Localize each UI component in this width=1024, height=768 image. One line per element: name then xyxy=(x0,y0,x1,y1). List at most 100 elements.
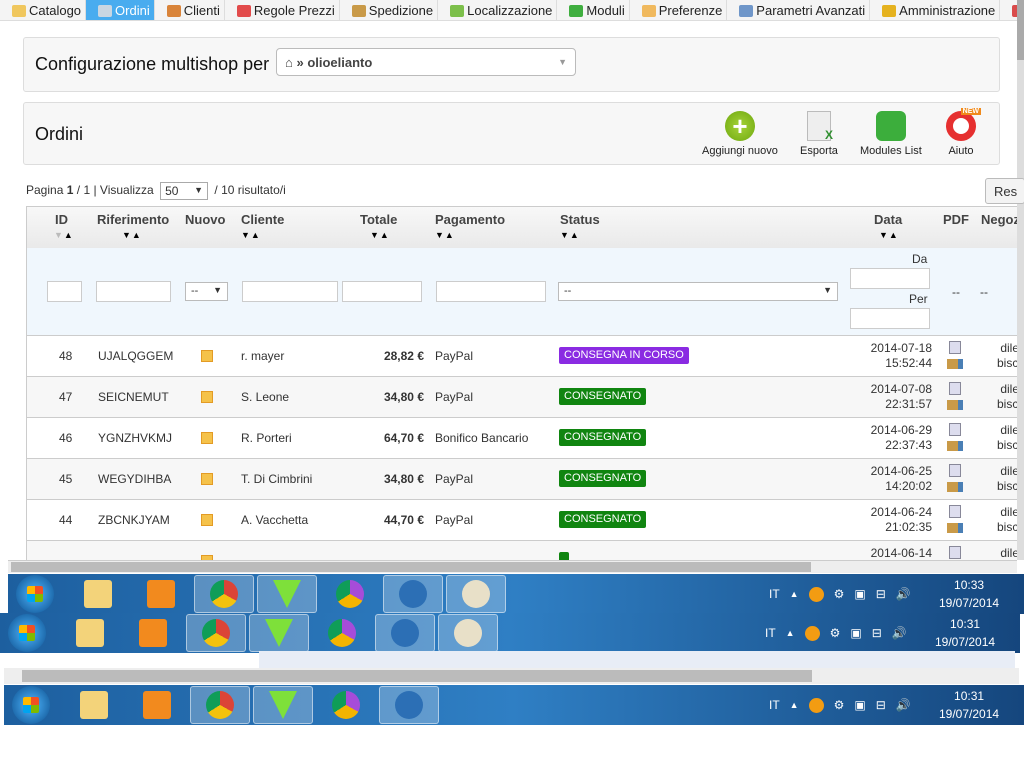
filter-new-select[interactable]: -- ▼ xyxy=(185,282,228,301)
invoice-pdf-icon[interactable] xyxy=(949,464,961,477)
taskbar-app[interactable] xyxy=(438,614,498,652)
taskbar-app[interactable] xyxy=(257,575,317,613)
table-row[interactable]: 47 SEICNEMUT S. Leone 34,80 € PayPal CON… xyxy=(27,377,1017,418)
invoice-pdf-icon[interactable] xyxy=(949,382,961,395)
language-indicator[interactable]: IT xyxy=(769,587,780,601)
horizontal-scrollbar-2[interactable] xyxy=(4,668,1019,684)
avast-icon[interactable] xyxy=(808,697,824,713)
menu-item-parametri-avanzati[interactable]: Parametri Avanzati xyxy=(727,0,871,20)
sort-icon[interactable]: ▼▲ xyxy=(435,230,455,240)
sort-icon[interactable]: ▼▲ xyxy=(241,230,261,240)
table-row[interactable]: 2014-06-14 dilec xyxy=(27,541,1017,560)
network-icon[interactable]: ⊟ xyxy=(872,626,882,640)
show-hidden-icons-icon[interactable]: ▲ xyxy=(786,628,795,638)
modules-list-button[interactable]: Modules List xyxy=(860,111,922,157)
network-monitor-icon[interactable]: ▣ xyxy=(854,587,865,601)
language-indicator[interactable]: IT xyxy=(765,626,776,640)
shop-selector[interactable]: ⌂ » olioelianto ▼ xyxy=(276,48,576,76)
taskbar-app[interactable] xyxy=(249,614,309,652)
help-button[interactable]: NEW Aiuto xyxy=(946,108,981,157)
show-hidden-icons-icon[interactable]: ▲ xyxy=(790,700,799,710)
sort-icon[interactable]: ▼▲ xyxy=(54,230,74,240)
table-row[interactable]: 44 ZBCNKJYAM A. Vacchetta 44,70 € PayPal… xyxy=(27,500,1017,541)
filter-payment-input[interactable] xyxy=(436,281,546,302)
table-row[interactable]: 45 WEGYDIHBA T. Di Cimbrini 34,80 € PayP… xyxy=(27,459,1017,500)
volume-icon[interactable]: 🔊 xyxy=(896,698,911,712)
table-row[interactable]: 46 YGNZHVKMJ R. Porteri 64,70 € Bonifico… xyxy=(27,418,1017,459)
taskbar-app[interactable] xyxy=(127,686,187,724)
network-monitor-icon[interactable]: ▣ xyxy=(854,698,865,712)
horizontal-scrollbar[interactable] xyxy=(8,560,1017,573)
col-date[interactable]: Data xyxy=(874,212,902,227)
satellite-icon[interactable]: ⚙ xyxy=(834,587,845,601)
volume-icon[interactable]: 🔊 xyxy=(896,587,911,601)
menu-item-statistiche[interactable]: Statistiche xyxy=(1000,0,1017,20)
col-ref[interactable]: Riferimento xyxy=(97,212,169,227)
filter-id-input[interactable] xyxy=(47,281,82,302)
taskbar-app[interactable] xyxy=(131,575,191,613)
invoice-pdf-icon[interactable] xyxy=(949,546,961,559)
start-button[interactable] xyxy=(12,686,50,724)
satellite-icon[interactable]: ⚙ xyxy=(834,698,845,712)
vertical-scrollbar[interactable] xyxy=(1017,0,1024,560)
menu-item-clienti[interactable]: Clienti xyxy=(155,0,225,20)
sort-icon[interactable]: ▼▲ xyxy=(879,230,899,240)
clock[interactable]: 10:31 19/07/2014 xyxy=(939,687,999,723)
satellite-icon[interactable]: ⚙ xyxy=(830,626,841,640)
filter-total-input[interactable] xyxy=(342,281,422,302)
invoice-pdf-icon[interactable] xyxy=(949,423,961,436)
language-indicator[interactable]: IT xyxy=(769,698,780,712)
col-status[interactable]: Status xyxy=(560,212,600,227)
menu-item-regole-prezzi[interactable]: Regole Prezzi xyxy=(225,0,340,20)
menu-item-ordini[interactable]: Ordini xyxy=(86,0,155,20)
taskbar-app[interactable] xyxy=(383,575,443,613)
menu-item-preferenze[interactable]: Preferenze xyxy=(630,0,728,20)
start-button[interactable] xyxy=(8,614,46,652)
avast-icon[interactable] xyxy=(804,625,820,641)
taskbar-app[interactable] xyxy=(316,686,376,724)
col-customer[interactable]: Cliente xyxy=(241,212,284,227)
add-new-button[interactable]: + Aggiungi nuovo xyxy=(702,111,778,157)
taskbar-app[interactable] xyxy=(446,575,506,613)
menu-item-catalogo[interactable]: Catalogo xyxy=(0,0,87,20)
network-monitor-icon[interactable]: ▣ xyxy=(850,626,861,640)
clock[interactable]: 10:31 19/07/2014 xyxy=(935,615,995,651)
date-to-input[interactable] xyxy=(850,308,930,329)
reset-button[interactable]: Res xyxy=(985,178,1024,204)
menu-item-amministrazione[interactable]: Amministrazione xyxy=(870,0,1001,20)
network-icon[interactable]: ⊟ xyxy=(876,698,886,712)
taskbar-app[interactable] xyxy=(194,575,254,613)
taskbar-app[interactable] xyxy=(123,614,183,652)
clock[interactable]: 10:33 19/07/2014 xyxy=(939,576,999,612)
volume-icon[interactable]: 🔊 xyxy=(892,626,907,640)
table-row[interactable]: 48 UJALQGGEM r. mayer 28,82 € PayPal CON… xyxy=(27,336,1017,377)
taskbar-app[interactable] xyxy=(379,686,439,724)
taskbar-app[interactable] xyxy=(68,575,128,613)
col-payment[interactable]: Pagamento xyxy=(435,212,505,227)
filter-customer-input[interactable] xyxy=(242,281,338,302)
date-from-input[interactable] xyxy=(850,268,930,289)
sort-icon[interactable]: ▼▲ xyxy=(122,230,142,240)
invoice-pdf-icon[interactable] xyxy=(949,505,961,518)
filter-ref-input[interactable] xyxy=(96,281,171,302)
delivery-slip-icon[interactable] xyxy=(947,441,963,451)
delivery-slip-icon[interactable] xyxy=(947,400,963,410)
network-icon[interactable]: ⊟ xyxy=(876,587,886,601)
per-page-select[interactable]: 50 ▼ xyxy=(160,182,209,200)
col-id[interactable]: ID xyxy=(55,212,68,227)
taskbar-app[interactable] xyxy=(375,614,435,652)
menu-item-localizzazione[interactable]: Localizzazione xyxy=(438,0,558,20)
show-hidden-icons-icon[interactable]: ▲ xyxy=(790,589,799,599)
filter-status-select[interactable]: -- ▼ xyxy=(558,282,838,301)
delivery-slip-icon[interactable] xyxy=(947,359,963,369)
sort-icon[interactable]: ▼▲ xyxy=(560,230,580,240)
taskbar-app[interactable] xyxy=(64,686,124,724)
col-total[interactable]: Totale xyxy=(360,212,397,227)
invoice-pdf-icon[interactable] xyxy=(949,341,961,354)
taskbar-app[interactable] xyxy=(186,614,246,652)
taskbar-app[interactable] xyxy=(60,614,120,652)
avast-icon[interactable] xyxy=(808,586,824,602)
taskbar-app[interactable] xyxy=(253,686,313,724)
start-button[interactable] xyxy=(16,575,54,613)
delivery-slip-icon[interactable] xyxy=(947,523,963,533)
